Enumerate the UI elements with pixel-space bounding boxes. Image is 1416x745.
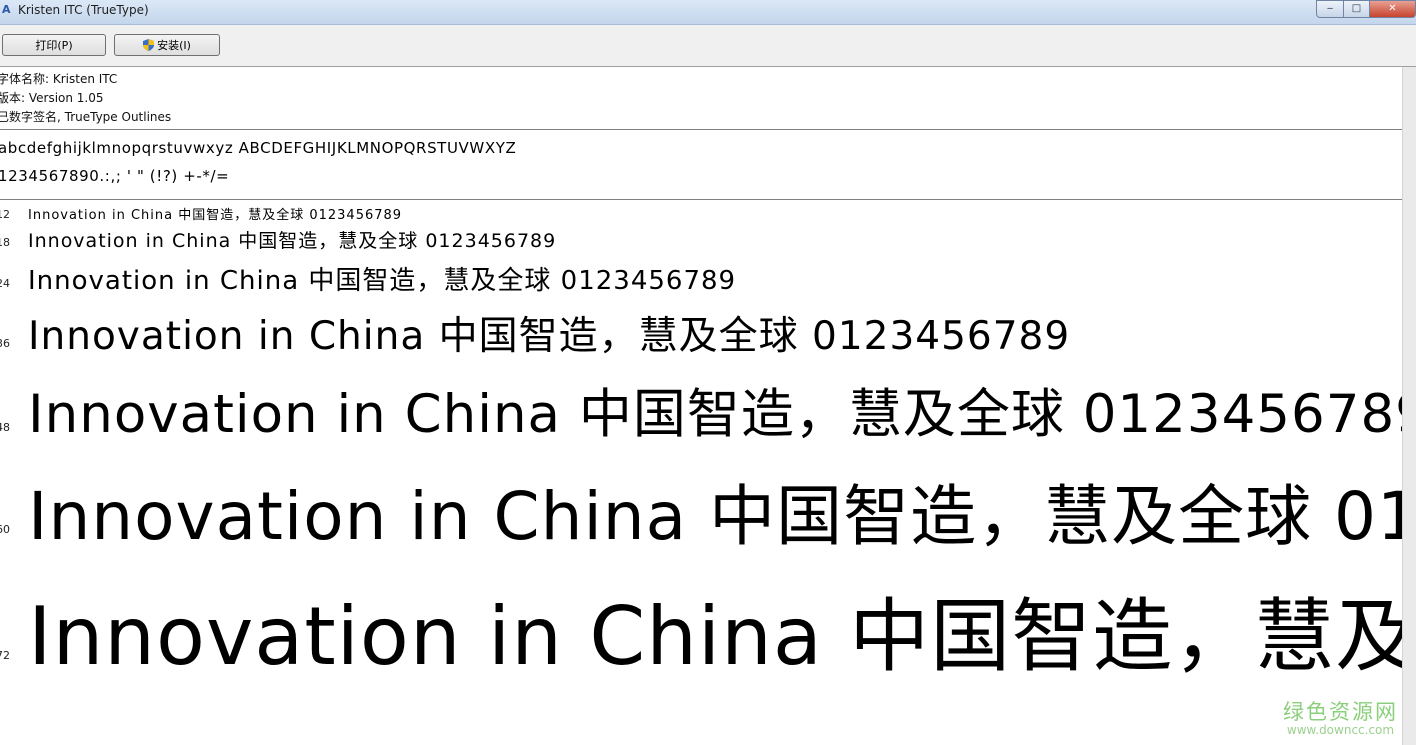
size-label: 24 [0,277,10,290]
sample-text: Innovation in China 中国智造，慧及全球 0123456789 [28,590,1402,683]
sample-text: Innovation in China 中国智造，慧及全球 0123456789 [28,230,557,252]
print-button[interactable]: 打印(P) [2,34,106,56]
sample-text: Innovation in China 中国智造，慧及全球 0123456789 [28,478,1402,555]
close-button[interactable]: ✕ [1370,0,1416,18]
charset-letters: abcdefghijklmnopqrstuvwxyz ABCDEFGHIJKLM… [0,139,517,157]
font-version-line: 版本: Version 1.05 [0,91,104,105]
print-button-label: 打印(P) [35,39,73,52]
maximize-button[interactable]: □ [1344,0,1370,18]
size-label: 18 [0,236,10,249]
minimize-button[interactable]: ‒ [1316,0,1344,18]
size-label: 12 [0,208,10,221]
size-label: 60 [0,523,10,536]
window-title: Kristen ITC (TrueType) [18,3,149,17]
sample-text: Innovation in China 中国智造，慧及全球 0123456789 [28,266,737,296]
size-label: 36 [0,337,10,350]
font-signature-line: 已数字签名, TrueType Outlines [0,110,172,124]
install-button[interactable]: 安装(I) [114,34,220,56]
size-label: 48 [0,421,10,434]
sample-text: Innovation in China 中国智造，慧及全球 0123456789 [28,314,1071,359]
window-controls: ‒ □ ✕ [1316,0,1416,18]
font-app-icon: A [2,3,11,16]
charset-divider [0,199,1402,200]
sample-text: Innovation in China 中国智造，慧及全球 0123456789 [28,384,1402,445]
toolbar: 打印(P) 安装(I) [0,25,1416,67]
vertical-scrollbar[interactable] [1402,67,1416,745]
font-name-line: 字体名称: Kristen ITC [0,72,118,86]
sample-text: Innovation in China 中国智造，慧及全球 0123456789 [28,208,403,223]
font-preview-area: 字体名称: Kristen ITC 版本: Version 1.05 已数字签名… [0,67,1402,745]
size-label: 72 [0,649,10,662]
charset-digits-symbols: 1234567890.:,; ' " (!?) +-*/= [0,167,230,185]
install-button-label: 安装(I) [157,39,191,52]
info-divider [0,129,1402,130]
font-viewer-window: A Kristen ITC (TrueType) ‒ □ ✕ 打印(P) 安装(… [0,0,1416,745]
title-bar[interactable]: A Kristen ITC (TrueType) ‒ □ ✕ [0,0,1416,25]
uac-shield-icon [143,39,155,51]
